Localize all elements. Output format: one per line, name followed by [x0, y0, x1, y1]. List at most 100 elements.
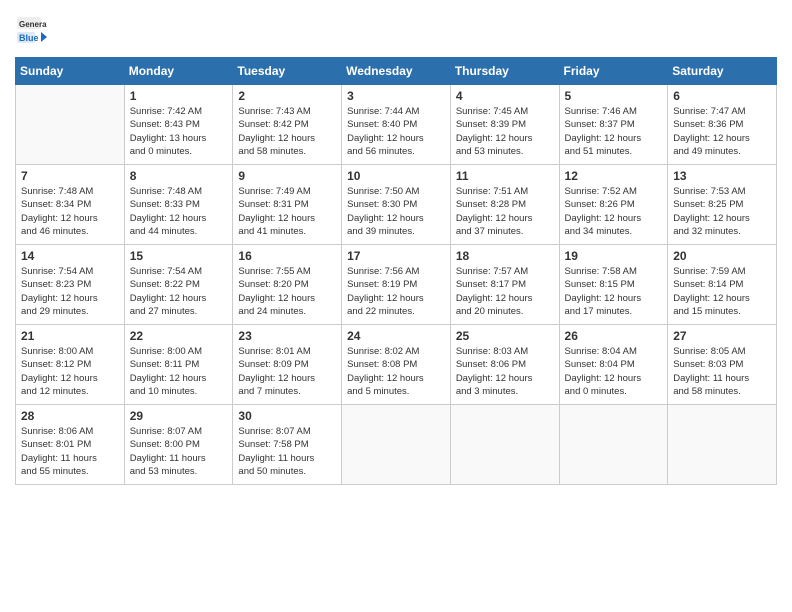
- calendar-cell: 28Sunrise: 8:06 AM Sunset: 8:01 PM Dayli…: [16, 405, 125, 485]
- week-row-3: 14 Sunrise: 7:54 AM Sunset: 8:23 PM Dayli…: [16, 245, 777, 325]
- week-row-4: 21 Sunrise: 8:00 AM Sunset: 8:12 PM Dayli…: [16, 325, 777, 405]
- day-number: 6: [673, 89, 771, 103]
- day-number: 5: [565, 89, 663, 103]
- weekday-header-saturday: Saturday: [668, 58, 777, 85]
- day-number: 11: [456, 169, 554, 183]
- day-info: Sunrise: 8:07 AM Sunset: 7:58 PM Dayligh…: [238, 425, 336, 478]
- day-info: Sunrise: 8:00 AM Sunset: 8:12 PM Dayligh…: [21, 345, 119, 398]
- calendar-cell: 9 Sunrise: 7:49 AM Sunset: 8:31 PM Daylig…: [233, 165, 342, 245]
- day-info: Sunrise: 7:48 AM Sunset: 8:34 PM Dayligh…: [21, 185, 119, 238]
- calendar-cell: 18 Sunrise: 7:57 AM Sunset: 8:17 PM Dayli…: [450, 245, 559, 325]
- calendar-table: SundayMondayTuesdayWednesdayThursdayFrid…: [15, 57, 777, 485]
- weekday-header-friday: Friday: [559, 58, 668, 85]
- calendar-cell: 3 Sunrise: 7:44 AM Sunset: 8:40 PM Daylig…: [342, 85, 451, 165]
- logo-icon-wrapper: General Blue: [15, 15, 47, 47]
- day-info: Sunrise: 7:43 AM Sunset: 8:42 PM Dayligh…: [238, 105, 336, 158]
- calendar-cell: 6 Sunrise: 7:47 AM Sunset: 8:36 PM Daylig…: [668, 85, 777, 165]
- day-number: 7: [21, 169, 119, 183]
- calendar-cell: 2 Sunrise: 7:43 AM Sunset: 8:42 PM Daylig…: [233, 85, 342, 165]
- day-number: 30: [238, 409, 336, 423]
- calendar-cell: 22 Sunrise: 8:00 AM Sunset: 8:11 PM Dayli…: [124, 325, 233, 405]
- weekday-header-tuesday: Tuesday: [233, 58, 342, 85]
- day-info: Sunrise: 7:59 AM Sunset: 8:14 PM Dayligh…: [673, 265, 771, 318]
- weekday-header-row: SundayMondayTuesdayWednesdayThursdayFrid…: [16, 58, 777, 85]
- day-number: 18: [456, 249, 554, 263]
- logo-container: General Blue: [15, 15, 47, 47]
- weekday-header-sunday: Sunday: [16, 58, 125, 85]
- day-info: Sunrise: 7:46 AM Sunset: 8:37 PM Dayligh…: [565, 105, 663, 158]
- day-info: Sunrise: 8:05 AM Sunset: 8:03 PM Dayligh…: [673, 345, 771, 398]
- weekday-header-thursday: Thursday: [450, 58, 559, 85]
- day-info: Sunrise: 7:56 AM Sunset: 8:19 PM Dayligh…: [347, 265, 445, 318]
- day-number: 12: [565, 169, 663, 183]
- day-info: Sunrise: 8:06 AM Sunset: 8:01 PM Dayligh…: [21, 425, 119, 478]
- calendar-cell: 19 Sunrise: 7:58 AM Sunset: 8:15 PM Dayli…: [559, 245, 668, 325]
- calendar-cell: 24Sunrise: 8:02 AM Sunset: 8:08 PM Dayli…: [342, 325, 451, 405]
- day-info: Sunrise: 7:52 AM Sunset: 8:26 PM Dayligh…: [565, 185, 663, 238]
- calendar-cell: [559, 405, 668, 485]
- day-info: Sunrise: 7:51 AM Sunset: 8:28 PM Dayligh…: [456, 185, 554, 238]
- calendar-cell: 12 Sunrise: 7:52 AM Sunset: 8:26 PM Dayli…: [559, 165, 668, 245]
- logo-svg: General Blue: [15, 15, 47, 47]
- day-number: 10: [347, 169, 445, 183]
- day-number: 9: [238, 169, 336, 183]
- day-number: 22: [130, 329, 228, 343]
- calendar-cell: 25 Sunrise: 8:03 AM Sunset: 8:06 PM Dayli…: [450, 325, 559, 405]
- day-info: Sunrise: 8:03 AM Sunset: 8:06 PM Dayligh…: [456, 345, 554, 398]
- day-number: 20: [673, 249, 771, 263]
- day-number: 27: [673, 329, 771, 343]
- calendar-cell: 10 Sunrise: 7:50 AM Sunset: 8:30 PM Dayli…: [342, 165, 451, 245]
- calendar-cell: [16, 85, 125, 165]
- day-info: Sunrise: 7:50 AM Sunset: 8:30 PM Dayligh…: [347, 185, 445, 238]
- day-number: 13: [673, 169, 771, 183]
- day-number: 1: [130, 89, 228, 103]
- day-number: 14: [21, 249, 119, 263]
- calendar-cell: 16Sunrise: 7:55 AM Sunset: 8:20 PM Dayli…: [233, 245, 342, 325]
- day-info: Sunrise: 7:54 AM Sunset: 8:23 PM Dayligh…: [21, 265, 119, 318]
- day-number: 8: [130, 169, 228, 183]
- day-info: Sunrise: 8:04 AM Sunset: 8:04 PM Dayligh…: [565, 345, 663, 398]
- day-number: 25: [456, 329, 554, 343]
- calendar-cell: [668, 405, 777, 485]
- day-info: Sunrise: 7:49 AM Sunset: 8:31 PM Dayligh…: [238, 185, 336, 238]
- calendar-cell: 8Sunrise: 7:48 AM Sunset: 8:33 PM Daylig…: [124, 165, 233, 245]
- calendar-cell: [342, 405, 451, 485]
- calendar-cell: 27 Sunrise: 8:05 AM Sunset: 8:03 PM Dayli…: [668, 325, 777, 405]
- day-number: 21: [21, 329, 119, 343]
- calendar-cell: 4 Sunrise: 7:45 AM Sunset: 8:39 PM Daylig…: [450, 85, 559, 165]
- day-info: Sunrise: 7:47 AM Sunset: 8:36 PM Dayligh…: [673, 105, 771, 158]
- day-number: 3: [347, 89, 445, 103]
- day-number: 19: [565, 249, 663, 263]
- calendar-cell: 1Sunrise: 7:42 AM Sunset: 8:43 PM Daylig…: [124, 85, 233, 165]
- calendar-cell: 29 Sunrise: 8:07 AM Sunset: 8:00 PM Dayli…: [124, 405, 233, 485]
- calendar-cell: 23 Sunrise: 8:01 AM Sunset: 8:09 PM Dayli…: [233, 325, 342, 405]
- day-number: 4: [456, 89, 554, 103]
- svg-text:Blue: Blue: [19, 33, 39, 43]
- day-info: Sunrise: 7:58 AM Sunset: 8:15 PM Dayligh…: [565, 265, 663, 318]
- calendar-cell: [450, 405, 559, 485]
- calendar-cell: 11 Sunrise: 7:51 AM Sunset: 8:28 PM Dayli…: [450, 165, 559, 245]
- day-number: 23: [238, 329, 336, 343]
- calendar-cell: 13 Sunrise: 7:53 AM Sunset: 8:25 PM Dayli…: [668, 165, 777, 245]
- calendar-cell: 17 Sunrise: 7:56 AM Sunset: 8:19 PM Dayli…: [342, 245, 451, 325]
- day-info: Sunrise: 8:00 AM Sunset: 8:11 PM Dayligh…: [130, 345, 228, 398]
- day-info: Sunrise: 7:57 AM Sunset: 8:17 PM Dayligh…: [456, 265, 554, 318]
- day-info: Sunrise: 8:01 AM Sunset: 8:09 PM Dayligh…: [238, 345, 336, 398]
- day-number: 29: [130, 409, 228, 423]
- svg-text:General: General: [19, 20, 47, 29]
- day-number: 2: [238, 89, 336, 103]
- day-number: 26: [565, 329, 663, 343]
- week-row-5: 28Sunrise: 8:06 AM Sunset: 8:01 PM Dayli…: [16, 405, 777, 485]
- day-number: 17: [347, 249, 445, 263]
- week-row-2: 7 Sunrise: 7:48 AM Sunset: 8:34 PM Daylig…: [16, 165, 777, 245]
- calendar-cell: 5 Sunrise: 7:46 AM Sunset: 8:37 PM Daylig…: [559, 85, 668, 165]
- day-number: 24: [347, 329, 445, 343]
- logo: General Blue: [15, 15, 47, 47]
- page-header: General Blue: [15, 15, 777, 47]
- day-info: Sunrise: 7:53 AM Sunset: 8:25 PM Dayligh…: [673, 185, 771, 238]
- day-info: Sunrise: 7:45 AM Sunset: 8:39 PM Dayligh…: [456, 105, 554, 158]
- calendar-cell: 26 Sunrise: 8:04 AM Sunset: 8:04 PM Dayli…: [559, 325, 668, 405]
- day-info: Sunrise: 8:07 AM Sunset: 8:00 PM Dayligh…: [130, 425, 228, 478]
- calendar-cell: 15Sunrise: 7:54 AM Sunset: 8:22 PM Dayli…: [124, 245, 233, 325]
- day-info: Sunrise: 7:44 AM Sunset: 8:40 PM Dayligh…: [347, 105, 445, 158]
